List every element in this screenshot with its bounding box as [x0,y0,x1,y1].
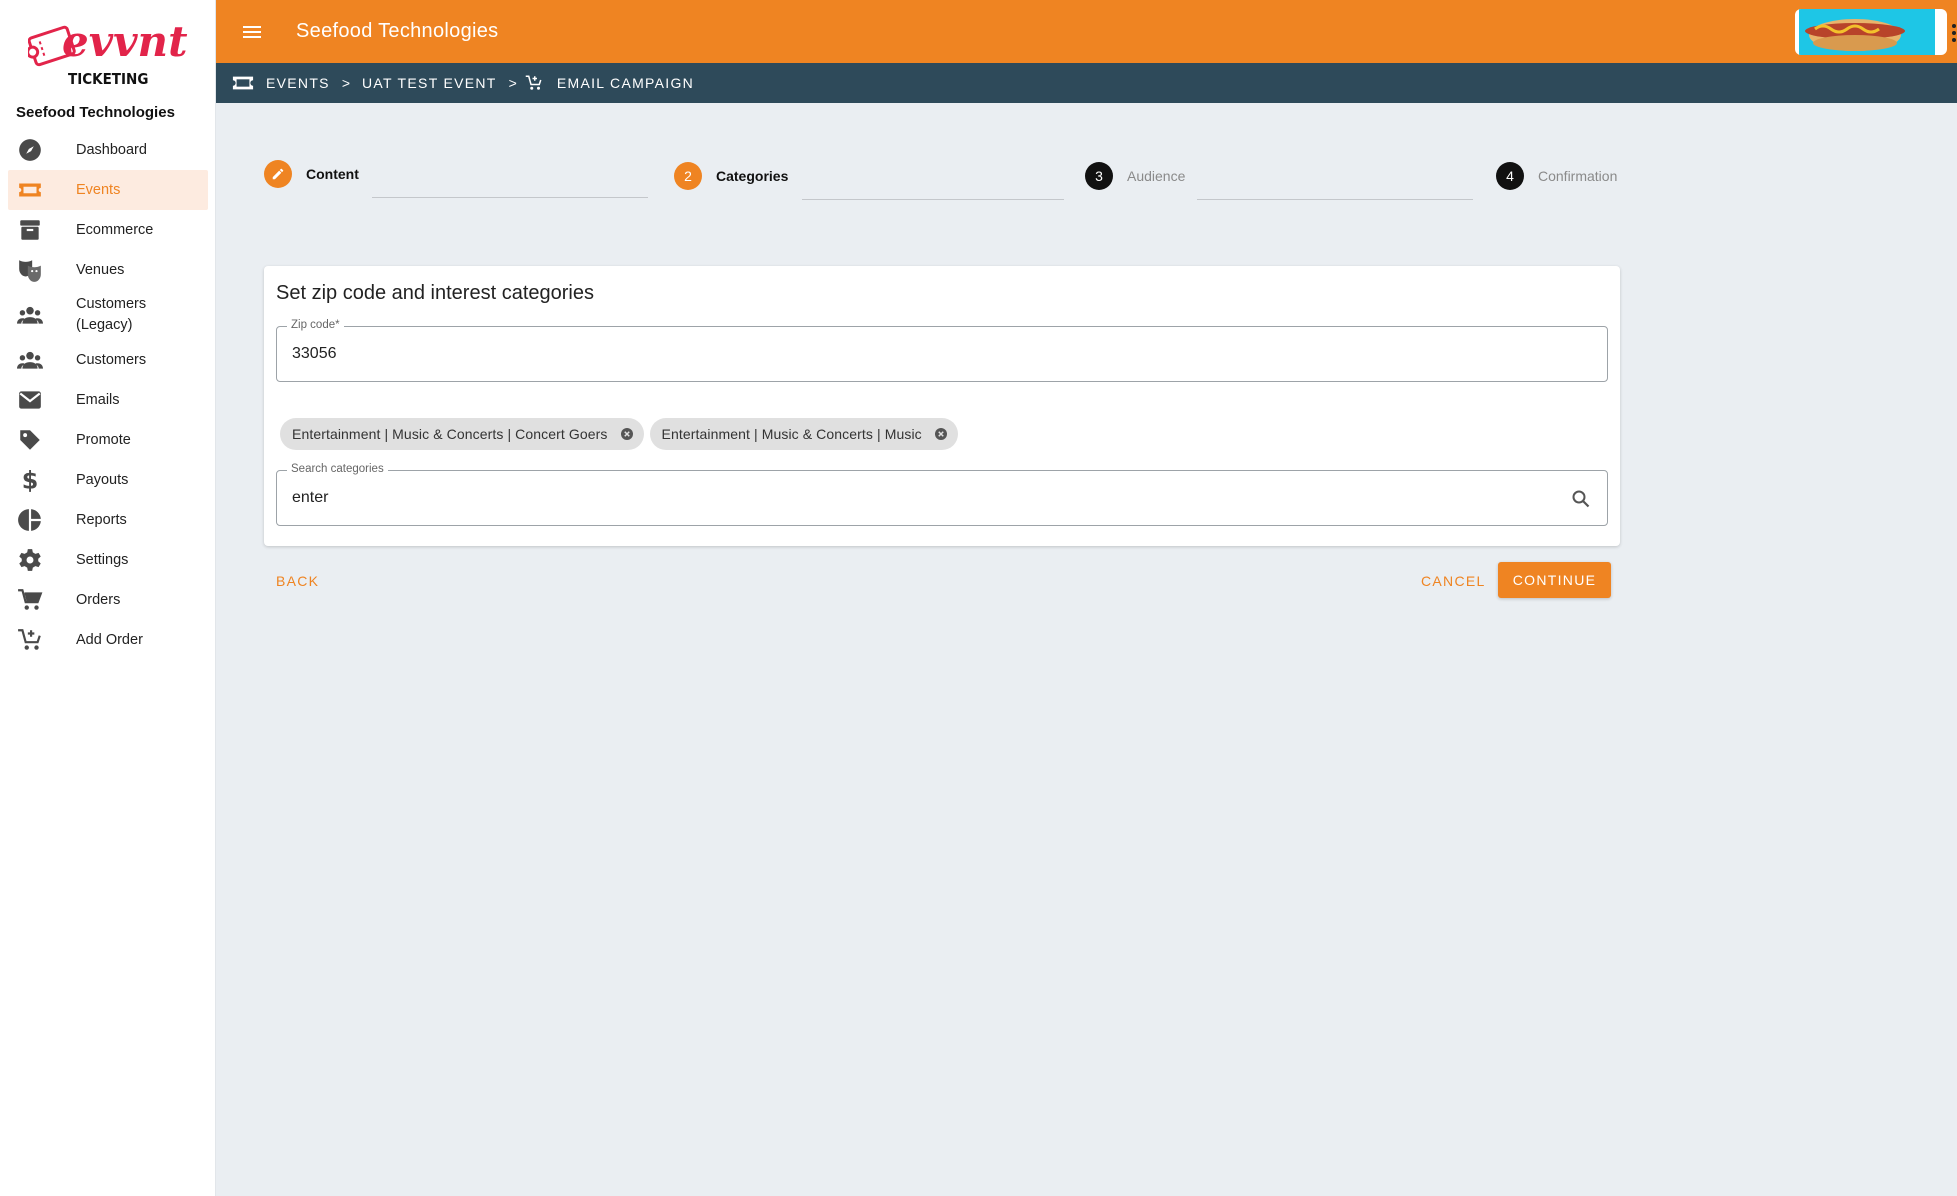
step-content[interactable]: Content [264,160,359,188]
step-connector [802,199,1064,200]
step-audience[interactable]: 3 Audience [1085,162,1185,190]
dollar-icon: $ [14,466,46,494]
hotdog-image [1799,9,1935,55]
sidebar-item-promote[interactable]: Promote [8,420,208,460]
sidebar-item-emails[interactable]: Emails [8,380,208,420]
breadcrumb-events[interactable]: EVENTS [266,75,330,91]
sidebar-item-ecommerce[interactable]: Ecommerce [8,210,208,250]
sidebar-item-add-order[interactable]: Add Order [8,620,208,660]
ticket-icon [232,74,254,92]
continue-button[interactable]: CONTINUE [1498,562,1611,598]
theater-masks-icon [14,256,46,284]
chip-label: Entertainment | Music & Concerts | Music [661,426,922,442]
sidebar-item-customers-legacy[interactable]: Customers (Legacy) [8,290,208,340]
envelope-icon [14,386,46,414]
step-confirmation[interactable]: 4 Confirmation [1496,162,1617,190]
back-button[interactable]: BACK [264,567,331,595]
svg-text:$: $ [22,467,39,493]
breadcrumb-separator: > [508,75,517,91]
step-categories[interactable]: 2 Categories [674,162,788,190]
app-header: Seefood Technologies [216,0,1957,63]
breadcrumb-separator: > [341,75,351,91]
compass-icon [14,136,46,164]
stepper: Content 2 Categories 3 Audience 4 Confir… [264,160,1620,200]
breadcrumb-current: EMAIL CAMPAIGN [556,75,695,91]
pie-chart-icon [14,506,46,534]
zip-code-label: Zip code* [287,319,344,331]
archive-box-icon [14,216,46,244]
sidebar-item-label: Venues [76,261,125,278]
step-number: 3 [1085,162,1113,190]
cart-plus-icon [14,626,46,654]
remove-chip-icon[interactable] [618,425,636,443]
step-connector [372,197,648,198]
sidebar-item-label: Ecommerce [76,221,154,238]
more-vert-icon[interactable] [1951,22,1957,44]
org-name: Seefood Technologies [16,104,175,121]
step-label: Content [306,166,359,182]
avatar[interactable] [1795,9,1947,55]
step-number: 2 [674,162,702,190]
pencil-icon [264,160,292,188]
sidebar-item-reports[interactable]: Reports [8,500,208,540]
chip-label: Entertainment | Music & Concerts | Conce… [292,426,608,442]
step-label: Categories [716,168,789,184]
search-categories-label: Search categories [287,463,388,475]
sidebar-item-label: Events [76,181,121,198]
step-number: 4 [1496,162,1524,190]
sidebar-item-orders[interactable]: Orders [8,580,208,620]
logo-wordmark: evvnt [62,17,187,66]
tag-icon [14,426,46,454]
sidebar-item-events[interactable]: Events [8,170,208,210]
step-label: Confirmation [1538,168,1618,184]
sidebar-nav: Dashboard Events Ecommerce Venues Custom… [8,130,208,660]
menu-icon[interactable] [240,20,264,44]
evvnt-logo[interactable]: evvnt TICKETING [26,6,188,90]
sidebar-item-label: Add Order [76,631,143,648]
sidebar-item-label: Promote [76,431,131,448]
search-icon[interactable] [1569,487,1593,511]
users-icon [14,301,46,329]
category-chip: Entertainment | Music & Concerts | Conce… [280,418,644,450]
sidebar-item-settings[interactable]: Settings [8,540,208,580]
sidebar-item-label: Customers [76,351,147,368]
breadcrumb-event[interactable]: UAT TEST EVENT [362,75,497,91]
categories-card: Set zip code and interest categories Zip… [264,266,1620,546]
sidebar-item-venues[interactable]: Venues [8,250,208,290]
cancel-button[interactable]: CANCEL [1409,567,1498,595]
logo-subtitle: TICKETING [68,70,148,88]
ticket-icon [14,176,46,204]
breadcrumb: EVENTS > UAT TEST EVENT > EMAIL CAMPAIGN [216,63,1957,103]
sidebar-item-label: Payouts [76,471,129,488]
sidebar-item-label: Dashboard [76,141,147,158]
search-categories-value: enter [292,489,329,506]
sidebar-item-label: Settings [76,551,129,568]
users-icon [14,346,46,374]
sidebar-item-label: Reports [76,511,127,528]
sidebar-item-customers[interactable]: Customers [8,340,208,380]
zip-code-field[interactable]: Zip code* 33056 [276,319,1608,382]
sidebar-item-label: Customers (Legacy) [76,296,147,333]
step-connector [1197,199,1473,200]
gear-icon [14,546,46,574]
category-chip: Entertainment | Music & Concerts | Music [649,418,958,450]
remove-chip-icon[interactable] [932,425,950,443]
sidebar: evvnt TICKETING Seefood Technologies Das… [0,0,216,1196]
step-label: Audience [1127,168,1186,184]
sidebar-item-label: Orders [76,591,121,608]
cart-plus-icon [523,74,545,92]
zip-code-value: 33056 [292,345,337,362]
category-chips: Entertainment | Music & Concerts | Conce… [280,418,958,450]
search-categories-input[interactable]: Search categories enter [276,463,1608,526]
sidebar-item-payouts[interactable]: $ Payouts [8,460,208,500]
sidebar-item-dashboard[interactable]: Dashboard [8,130,208,170]
sidebar-item-label: Emails [76,391,120,408]
card-title: Set zip code and interest categories [276,282,594,304]
cart-icon [14,586,46,614]
app-title: Seefood Technologies [296,20,499,42]
